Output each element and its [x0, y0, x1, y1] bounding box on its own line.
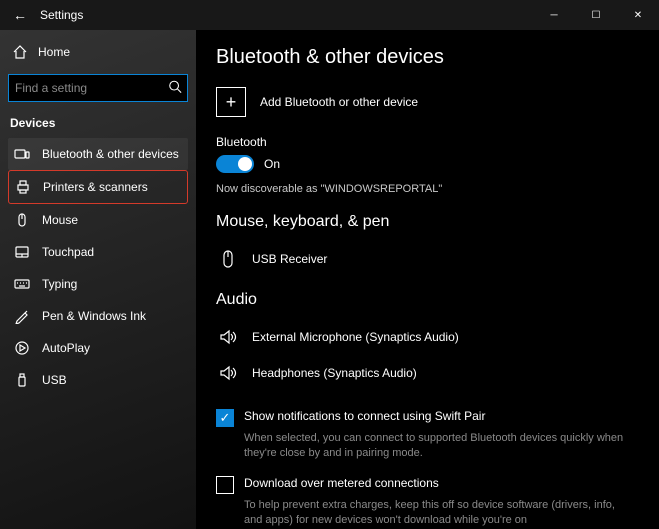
printer-icon	[15, 179, 31, 195]
search-box[interactable]	[8, 74, 188, 102]
home-label: Home	[38, 45, 70, 59]
nav-label: Mouse	[42, 213, 78, 227]
nav-autoplay[interactable]: AutoPlay	[8, 332, 188, 364]
maximize-button[interactable]: ☐	[575, 0, 617, 30]
pen-icon	[14, 308, 30, 324]
back-button[interactable]: ←	[6, 7, 34, 23]
speaker-icon	[216, 361, 240, 385]
nav-label: Bluetooth & other devices	[42, 147, 179, 161]
content-pane[interactable]: Bluetooth & other devices + Add Bluetoot…	[196, 30, 659, 529]
nav-typing[interactable]: Typing	[8, 268, 188, 300]
devices-icon	[14, 146, 30, 162]
minimize-button[interactable]: ─	[533, 0, 575, 30]
nav-usb[interactable]: USB	[8, 364, 188, 396]
swift-pair-hint: When selected, you can connect to suppor…	[244, 431, 624, 462]
touchpad-icon	[14, 244, 30, 260]
nav-label: Typing	[42, 277, 77, 291]
nav-label: USB	[42, 373, 67, 387]
nav-label: Pen & Windows Ink	[42, 309, 146, 323]
section-audio-heading: Audio	[216, 291, 639, 309]
metered-checkbox[interactable]	[216, 476, 234, 494]
sidebar: Home Devices Bluetooth & other devices P…	[0, 30, 196, 529]
close-button[interactable]: ✕	[617, 0, 659, 30]
device-usb-receiver[interactable]: USB Receiver	[216, 241, 639, 277]
titlebar: ← Settings ─ ☐ ✕	[0, 0, 659, 30]
search-icon	[168, 80, 182, 97]
nav-label: Touchpad	[42, 245, 94, 259]
nav-touchpad[interactable]: Touchpad	[8, 236, 188, 268]
home-icon	[12, 44, 28, 60]
category-heading: Devices	[8, 112, 188, 138]
home-nav[interactable]: Home	[8, 38, 188, 66]
discoverable-text: Now discoverable as "WINDOWSREPORTAL"	[216, 183, 639, 195]
nav-pen[interactable]: Pen & Windows Ink	[8, 300, 188, 332]
speaker-icon	[216, 325, 240, 349]
nav-mouse[interactable]: Mouse	[8, 204, 188, 236]
nav-label: Printers & scanners	[43, 180, 148, 194]
swift-pair-checkbox[interactable]	[216, 409, 234, 427]
device-label: External Microphone (Synaptics Audio)	[252, 330, 459, 344]
nav-bluetooth[interactable]: Bluetooth & other devices	[8, 138, 188, 170]
bluetooth-toggle[interactable]	[216, 155, 254, 173]
page-title: Bluetooth & other devices	[216, 46, 639, 69]
add-device-button[interactable]: + Add Bluetooth or other device	[216, 87, 639, 117]
section-mouse-heading: Mouse, keyboard, & pen	[216, 213, 639, 231]
keyboard-icon	[14, 276, 30, 292]
nav-printers[interactable]: Printers & scanners	[8, 170, 188, 204]
bluetooth-label: Bluetooth	[216, 135, 639, 149]
device-label: Headphones (Synaptics Audio)	[252, 366, 417, 380]
window-title: Settings	[40, 8, 533, 22]
add-device-label: Add Bluetooth or other device	[260, 95, 418, 109]
mouse-device-icon	[216, 247, 240, 271]
swift-pair-label: Show notifications to connect using Swif…	[244, 409, 485, 423]
bluetooth-state: On	[264, 157, 280, 171]
device-label: USB Receiver	[252, 252, 327, 266]
autoplay-icon	[14, 340, 30, 356]
usb-icon	[14, 372, 30, 388]
metered-hint: To help prevent extra charges, keep this…	[244, 498, 624, 529]
search-input[interactable]	[8, 74, 188, 102]
nav-label: AutoPlay	[42, 341, 90, 355]
mouse-icon	[14, 212, 30, 228]
metered-label: Download over metered connections	[244, 476, 439, 490]
device-headphones[interactable]: Headphones (Synaptics Audio)	[216, 355, 639, 391]
plus-icon: +	[216, 87, 246, 117]
device-microphone[interactable]: External Microphone (Synaptics Audio)	[216, 319, 639, 355]
